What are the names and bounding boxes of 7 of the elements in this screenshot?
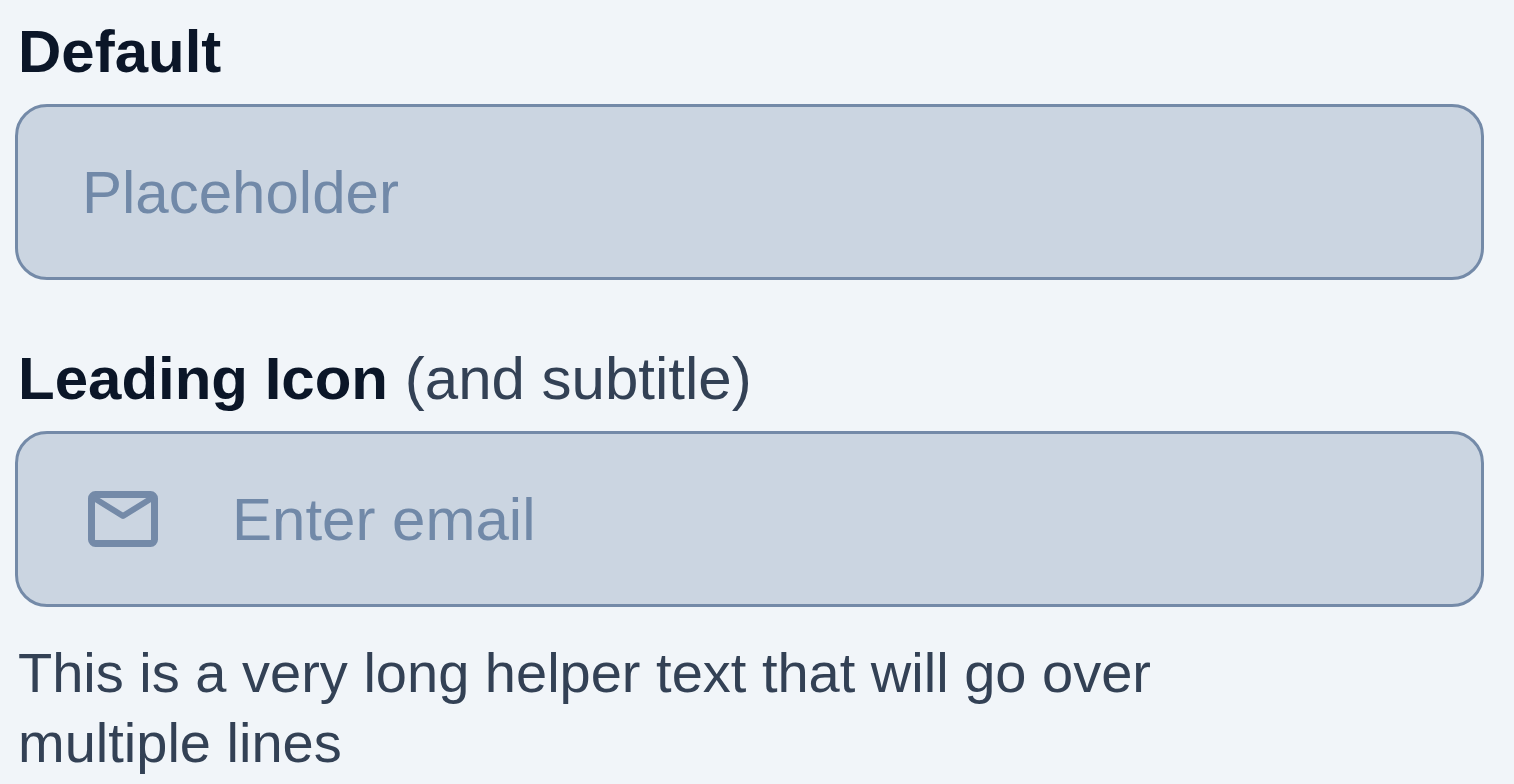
field-label: Leading Icon (18, 345, 389, 412)
field-subtitle: (and subtitle) (404, 345, 752, 412)
email-field[interactable]: Enter email (15, 431, 1484, 607)
envelope-icon (88, 491, 158, 547)
helper-text: This is a very long helper text that will go over multiple lines (18, 640, 1152, 776)
input-field[interactable]: Placeholder (15, 104, 1484, 280)
field-label: Default (18, 18, 222, 85)
